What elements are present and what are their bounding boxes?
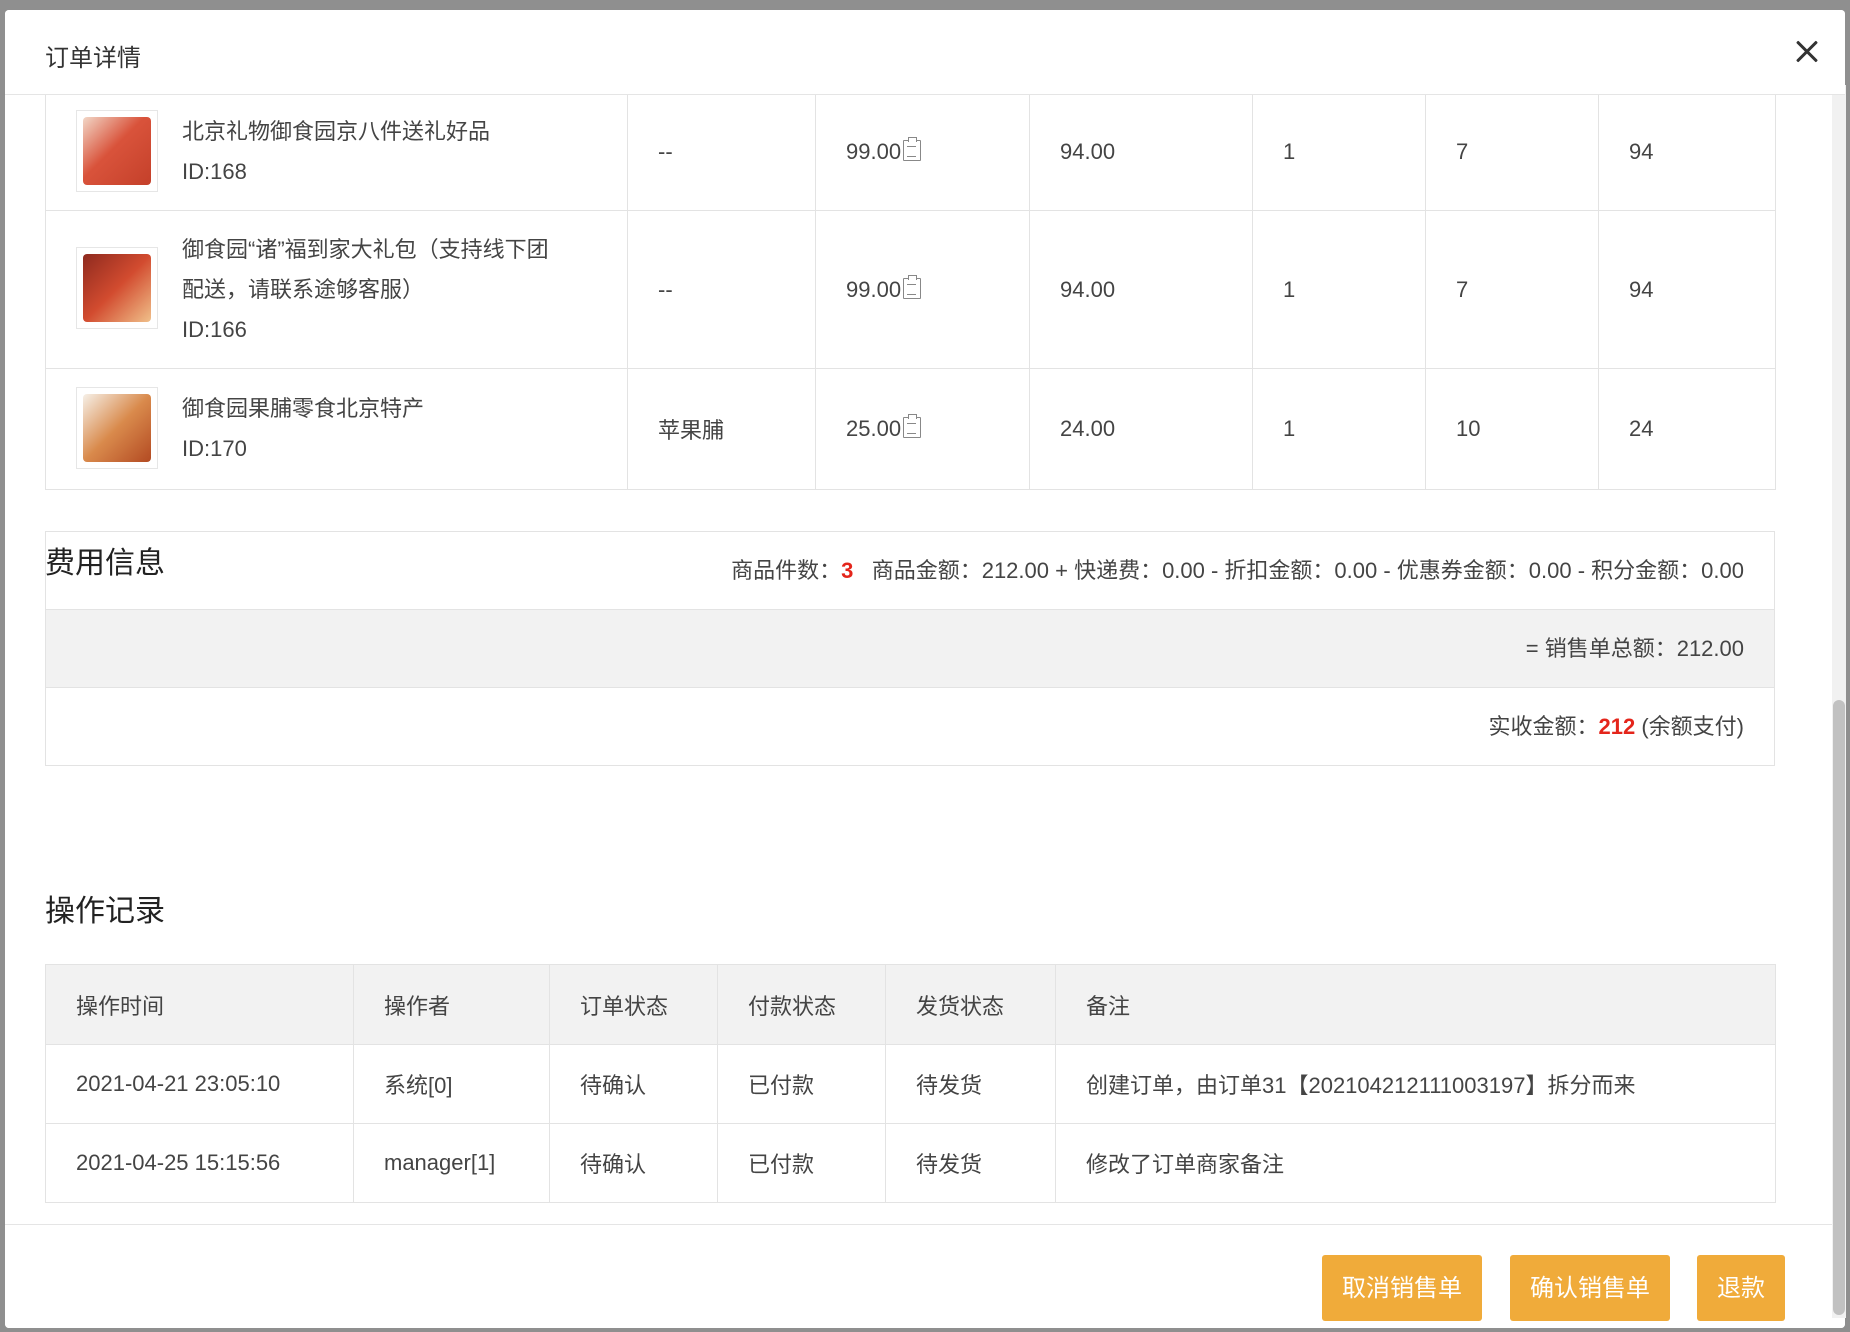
- log-row: 2021-04-25 15:15:56 manager[1] 待确认 已付款 待发货 修改…: [45, 1123, 1776, 1203]
- log-cell: 修改了订单商家备注: [1055, 1123, 1776, 1203]
- product-price-cell: 99.00: [815, 95, 1030, 211]
- product-spec: --: [627, 210, 816, 369]
- product-id: ID:168: [182, 159, 247, 184]
- product-image: [83, 394, 151, 462]
- product-price-cell: 99.00: [815, 210, 1030, 369]
- confirm-order-button[interactable]: 确认销售单: [1510, 1255, 1670, 1321]
- product-name-line: 御食园果脯零食北京特产: [182, 396, 425, 421]
- dialog-header: 订单详情: [5, 10, 1845, 95]
- product-subtotal: 94: [1598, 95, 1776, 211]
- product-stock: 10: [1425, 368, 1599, 490]
- product-cell: 北京礼物御食园京八件送礼好品 ID:168: [45, 95, 628, 211]
- log-cell: 待发货: [885, 1123, 1056, 1203]
- product-cell: 御食园“诸”福到家大礼包（支持线下团 配送，请联系途够客服） ID:166: [45, 210, 628, 369]
- fee-total-row: = 销售单总额：212.00: [46, 610, 1774, 688]
- product-cell: 御食园果脯零食北京特产 ID:170: [45, 368, 628, 490]
- log-section-title: 操作记录: [45, 895, 165, 928]
- product-info: 御食园果脯零食北京特产 ID:170: [182, 389, 627, 469]
- log-cell: manager[1]: [353, 1123, 550, 1203]
- log-column-header: 订单状态: [549, 964, 718, 1045]
- product-price-cell: 25.00: [815, 368, 1030, 490]
- operation-log-table: 操作时间 操作者 订单状态 付款状态 发货状态 备注 2021-04-21 23:05:1…: [45, 964, 1776, 1203]
- item-count-value: 3: [841, 558, 854, 583]
- dialog-footer: 取消销售单 确认销售单 退款: [5, 1224, 1845, 1328]
- product-stock: 7: [1425, 210, 1599, 369]
- product-thumbnail: [76, 247, 158, 329]
- product-qty: 1: [1252, 95, 1426, 211]
- log-column-header: 付款状态: [717, 964, 886, 1045]
- product-thumbnail: [76, 387, 158, 469]
- dialog-body: 北京礼物御食园京八件送礼好品 ID:168 -- 99.00 94.00 1 7…: [5, 95, 1825, 1227]
- log-cell: 已付款: [717, 1044, 886, 1124]
- log-row: 2021-04-21 23:05:10 系统[0] 待确认 已付款 待发货 创建订单，由订…: [45, 1044, 1776, 1124]
- log-cell: 待确认: [549, 1044, 718, 1124]
- fee-breakdown-row: 商品件数：3 商品金额：212.00 + 快递费：0.00 - 折扣金额：0.0…: [46, 532, 1774, 610]
- copy-icon[interactable]: [903, 414, 922, 438]
- product-row: 北京礼物御食园京八件送礼好品 ID:168 -- 99.00 94.00 1 7…: [45, 95, 1776, 211]
- close-icon[interactable]: [1787, 32, 1827, 72]
- log-cell: 2021-04-21 23:05:10: [45, 1044, 354, 1124]
- log-column-header: 备注: [1055, 964, 1776, 1045]
- received-note: (余额支付): [1635, 714, 1744, 739]
- log-cell: 系统[0]: [353, 1044, 550, 1124]
- product-thumbnail: [76, 110, 158, 192]
- log-column-header: 操作时间: [45, 964, 354, 1045]
- log-cell: 待确认: [549, 1123, 718, 1203]
- product-spec: 苹果脯: [627, 368, 816, 490]
- cancel-order-button[interactable]: 取消销售单: [1322, 1255, 1482, 1321]
- scrollbar[interactable]: [1832, 85, 1846, 1318]
- product-actual-price: 94.00: [1029, 95, 1253, 211]
- log-cell: 已付款: [717, 1123, 886, 1203]
- copy-icon[interactable]: [903, 137, 922, 161]
- product-name-line: 配送，请联系途够客服）: [182, 276, 425, 302]
- item-count-label: 商品件数：: [731, 558, 842, 583]
- received-label: 实收金额：: [1488, 714, 1599, 739]
- product-price: 99.00: [846, 139, 902, 164]
- received-value: 212: [1598, 714, 1636, 739]
- fee-box: 商品件数：3 商品金额：212.00 + 快递费：0.00 - 折扣金额：0.0…: [45, 531, 1775, 766]
- product-stock: 7: [1425, 95, 1599, 211]
- order-detail-dialog: 订单详情 北京礼物御食园京八件送礼好品 ID:168 -- 99.00 94.0…: [5, 10, 1845, 1328]
- product-spec: --: [627, 95, 816, 211]
- product-subtotal: 94: [1598, 210, 1776, 369]
- product-id: ID:166: [182, 316, 247, 342]
- log-column-header: 操作者: [353, 964, 550, 1045]
- product-qty: 1: [1252, 210, 1426, 369]
- log-cell: 待发货: [885, 1044, 1056, 1124]
- product-actual-price: 94.00: [1029, 210, 1253, 369]
- product-info: 北京礼物御食园京八件送礼好品 ID:168: [182, 112, 627, 192]
- product-price: 25.00: [846, 416, 902, 441]
- log-header-row: 操作时间 操作者 订单状态 付款状态 发货状态 备注: [45, 964, 1776, 1045]
- product-row: 御食园果脯零食北京特产 ID:170 苹果脯 25.00 24.00 1 10 …: [45, 368, 1776, 490]
- product-name-line: 北京礼物御食园京八件送礼好品: [182, 119, 491, 144]
- log-column-header: 发货状态: [885, 964, 1056, 1045]
- order-total: = 销售单总额：212.00: [1525, 636, 1744, 661]
- product-table: 北京礼物御食园京八件送礼好品 ID:168 -- 99.00 94.00 1 7…: [45, 95, 1776, 490]
- fee-received-row: 实收金额：212 (余额支付): [46, 688, 1774, 765]
- dialog-title: 订单详情: [45, 45, 141, 72]
- refund-button[interactable]: 退款: [1697, 1255, 1785, 1321]
- product-actual-price: 24.00: [1029, 368, 1253, 490]
- product-subtotal: 24: [1598, 368, 1776, 490]
- log-cell: 2021-04-25 15:15:56: [45, 1123, 354, 1203]
- product-id: ID:170: [182, 436, 247, 461]
- scrollbar-thumb[interactable]: [1833, 700, 1845, 1315]
- product-qty: 1: [1252, 368, 1426, 490]
- product-price: 99.00: [846, 276, 902, 302]
- product-name-line: 御食园“诸”福到家大礼包（支持线下团: [182, 236, 549, 262]
- product-image: [83, 117, 151, 185]
- log-cell: 创建订单，由订单31【202104212111003197】拆分而来: [1055, 1044, 1776, 1124]
- product-row: 御食园“诸”福到家大礼包（支持线下团 配送，请联系途够客服） ID:166 -- …: [45, 210, 1776, 369]
- copy-icon[interactable]: [903, 274, 922, 299]
- product-info: 御食园“诸”福到家大礼包（支持线下团 配送，请联系途够客服） ID:166: [182, 230, 627, 350]
- fee-breakdown: 商品金额：212.00 + 快递费：0.00 - 折扣金额：0.00 - 优惠券…: [871, 558, 1744, 583]
- product-image: [83, 254, 151, 322]
